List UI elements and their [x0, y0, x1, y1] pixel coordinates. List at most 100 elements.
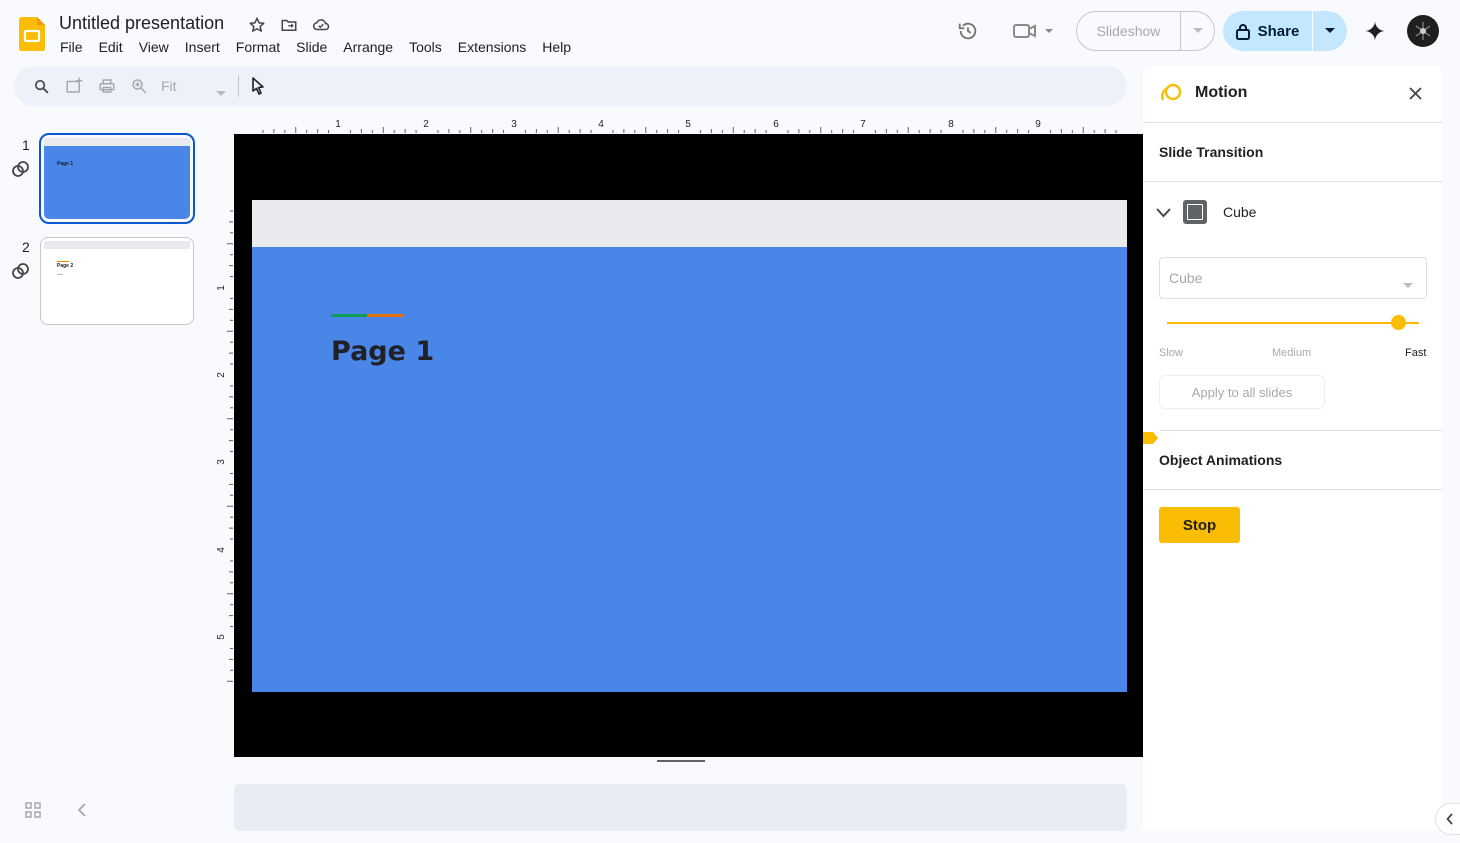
- grid-view-icon[interactable]: [25, 802, 41, 823]
- ruler-label: 8: [948, 119, 954, 130]
- transition-name[interactable]: Cube: [1223, 204, 1256, 220]
- menu-tools[interactable]: Tools: [401, 38, 450, 56]
- stop-button[interactable]: Stop: [1159, 507, 1240, 543]
- chevron-down-icon: [1403, 276, 1413, 294]
- ruler-label: 3: [511, 119, 517, 130]
- document-title[interactable]: Untitled presentation: [59, 13, 224, 34]
- zoom-icon[interactable]: [129, 76, 149, 96]
- print-icon[interactable]: [97, 76, 117, 96]
- thumb-body-line: [57, 274, 63, 275]
- slide-number: 1: [22, 137, 30, 153]
- thumb-title: Page 2: [57, 263, 74, 269]
- ruler-label: 3: [216, 459, 227, 465]
- section-slide-transition: Slide Transition: [1159, 144, 1264, 160]
- transition-preview-icon: [1183, 200, 1207, 224]
- menu-help[interactable]: Help: [534, 38, 579, 56]
- ruler-label: 9: [1035, 119, 1041, 130]
- slideshow-dropdown-button[interactable]: [1181, 12, 1214, 50]
- slideshow-button[interactable]: Slideshow: [1077, 12, 1181, 50]
- transition-icon[interactable]: [11, 160, 31, 183]
- speed-label-slow: Slow: [1159, 347, 1183, 359]
- menu-insert[interactable]: Insert: [177, 38, 228, 56]
- thumb-accent-line: [57, 261, 69, 262]
- speed-slider-track[interactable]: [1167, 322, 1419, 324]
- ruler-label: 4: [216, 547, 227, 553]
- menu-format[interactable]: Format: [228, 38, 288, 56]
- thumb-band: [44, 241, 190, 249]
- divider: [1143, 122, 1442, 123]
- thumb-band: [44, 138, 190, 146]
- slide-header-band: [252, 200, 1127, 247]
- toolbar-divider: [238, 75, 239, 97]
- menu-file[interactable]: File: [52, 38, 91, 56]
- slide-title[interactable]: Page 1: [331, 336, 434, 367]
- menu-extensions[interactable]: Extensions: [450, 38, 534, 56]
- lock-icon: [1235, 23, 1250, 40]
- slideshow-button-group: Slideshow: [1076, 11, 1215, 51]
- divider: [1143, 489, 1442, 490]
- share-button-group: Share: [1223, 11, 1347, 51]
- menu-slide[interactable]: Slide: [288, 38, 335, 56]
- drag-marker-icon[interactable]: [1143, 431, 1159, 444]
- version-history-icon[interactable]: [955, 18, 981, 44]
- transition-icon[interactable]: [11, 262, 31, 285]
- search-menus-icon[interactable]: [31, 76, 51, 96]
- move-to-folder-icon[interactable]: [278, 14, 300, 36]
- chevron-down-icon[interactable]: [216, 84, 226, 102]
- account-avatar[interactable]: [1407, 15, 1439, 47]
- speed-label-fast: Fast: [1405, 347, 1427, 359]
- chevron-down-icon[interactable]: [1156, 205, 1171, 223]
- share-button[interactable]: Share: [1223, 11, 1313, 51]
- divider: [1143, 181, 1442, 182]
- chevron-left-icon: [1446, 813, 1453, 825]
- ruler-label: 2: [423, 119, 429, 130]
- toolbar: [14, 66, 1127, 106]
- ruler-label: 2: [216, 372, 227, 378]
- menu-arrange[interactable]: Arrange: [335, 38, 401, 56]
- new-slide-icon[interactable]: [64, 76, 84, 96]
- ruler-label: 5: [685, 119, 691, 130]
- accent-line-green[interactable]: [331, 314, 367, 317]
- slide-number: 2: [22, 239, 30, 255]
- chevron-down-icon: [1325, 28, 1335, 33]
- speed-label-medium: Medium: [1272, 347, 1312, 359]
- expand-side-panel-button[interactable]: [1435, 803, 1460, 835]
- motion-icon: [1159, 82, 1183, 111]
- horizontal-ruler: 1 2 3 4 5 6 7 8 9: [262, 119, 1117, 133]
- menu-edit[interactable]: Edit: [91, 38, 131, 56]
- chevron-down-icon: [1192, 28, 1203, 33]
- star-icon[interactable]: [246, 14, 268, 36]
- slide-thumbnail-1[interactable]: Page 1: [44, 138, 190, 219]
- collapse-filmstrip-icon[interactable]: [77, 803, 87, 822]
- share-label: Share: [1257, 22, 1300, 40]
- transition-preview-inner: [1187, 204, 1203, 220]
- ruler-label: 1: [216, 285, 227, 291]
- ruler-label: 1: [335, 119, 341, 130]
- slides-logo-icon[interactable]: [19, 17, 45, 51]
- speaker-notes[interactable]: [234, 784, 1127, 831]
- menu-view[interactable]: View: [131, 38, 177, 56]
- ruler-ticks: [227, 210, 233, 682]
- ruler-label: 6: [773, 119, 779, 130]
- close-icon[interactable]: [1409, 87, 1422, 105]
- cloud-saved-icon[interactable]: [310, 14, 332, 36]
- slide-canvas[interactable]: Page 1: [252, 200, 1127, 692]
- ruler-label: 7: [860, 119, 866, 130]
- slide-thumbnail-2[interactable]: Page 2: [40, 237, 194, 325]
- transition-type-select[interactable]: Cube: [1159, 257, 1427, 299]
- meet-video-icon[interactable]: [1010, 18, 1058, 44]
- divider: [1159, 430, 1442, 431]
- select-cursor-icon[interactable]: [248, 76, 268, 96]
- transition-type-value: Cube: [1169, 270, 1203, 286]
- notes-resize-handle[interactable]: [657, 760, 705, 762]
- menu-bar: File Edit View Insert Format Slide Arran…: [52, 38, 579, 56]
- ruler-label: 5: [216, 634, 227, 640]
- share-dropdown-button[interactable]: [1313, 11, 1347, 51]
- accent-line-orange[interactable]: [367, 314, 403, 317]
- zoom-select[interactable]: Fit: [161, 78, 177, 94]
- gemini-sparkle-icon[interactable]: [1362, 18, 1388, 44]
- ruler-label: 4: [598, 119, 604, 130]
- section-object-animations: Object Animations: [1159, 452, 1283, 468]
- panel-title: Motion: [1195, 84, 1248, 101]
- apply-to-all-slides-button[interactable]: Apply to all slides: [1159, 375, 1325, 409]
